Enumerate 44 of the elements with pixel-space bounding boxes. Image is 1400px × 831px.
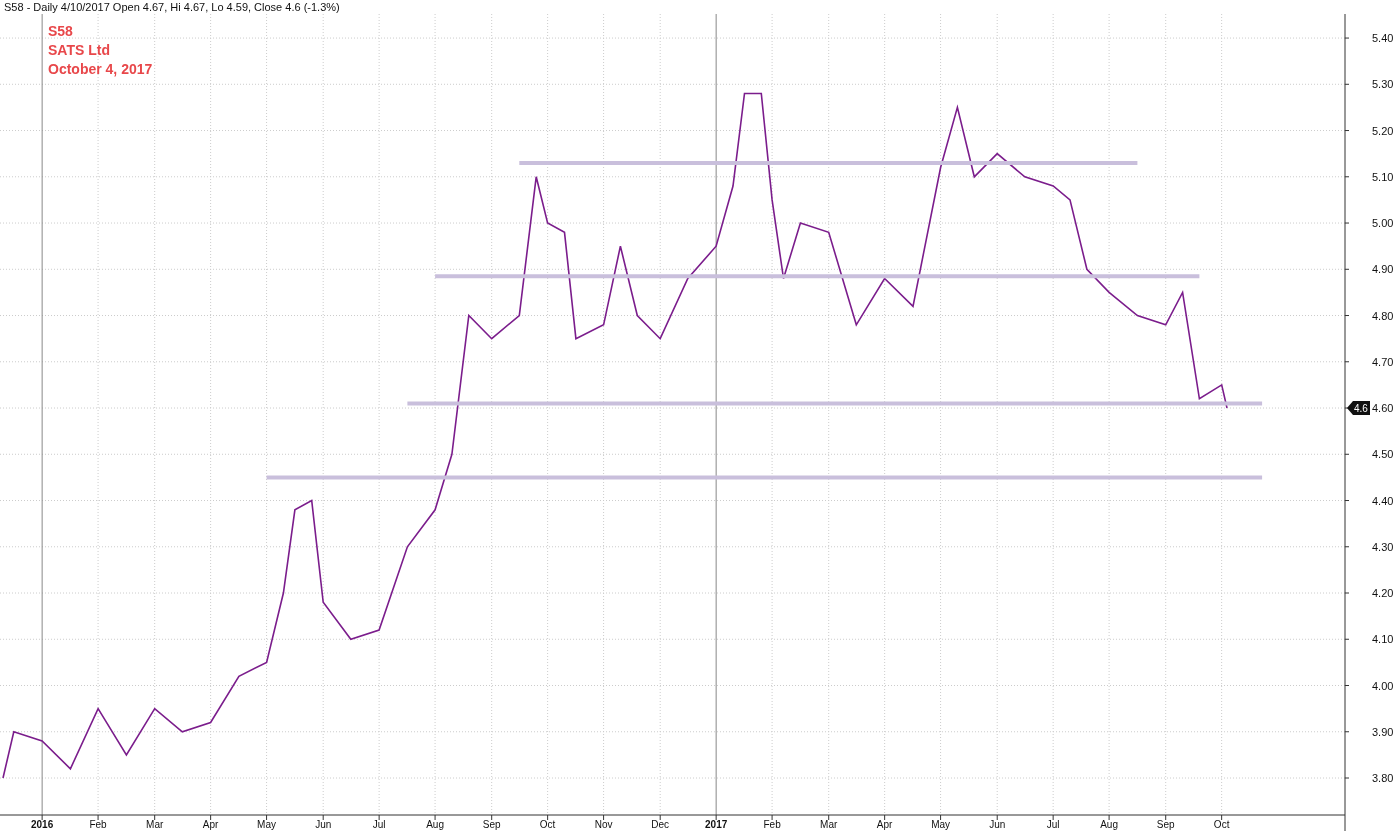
y-axis-label: 4.50 — [1372, 448, 1394, 461]
y-axis-label: 5.20 — [1372, 124, 1394, 137]
y-axis-label: 4.80 — [1372, 309, 1394, 322]
x-axis-label: Sep — [1156, 819, 1175, 830]
x-axis-label: Jul — [1046, 819, 1060, 830]
x-axis-label: Jun — [989, 819, 1006, 830]
x-axis-label: Oct — [539, 819, 556, 830]
y-axis-label: 4.40 — [1372, 494, 1394, 507]
x-axis-label: May — [257, 819, 277, 830]
y-axis-label: 4.30 — [1372, 540, 1394, 553]
y-axis-label: 5.10 — [1372, 170, 1394, 183]
y-axis-label: 4.10 — [1372, 633, 1394, 646]
x-axis-label: Mar — [820, 819, 838, 830]
x-axis-label: Mar — [146, 819, 164, 830]
x-axis-label: Apr — [202, 819, 219, 830]
x-axis-label: Aug — [1100, 819, 1118, 830]
x-axis-label: Sep — [482, 819, 501, 830]
x-axis-label: Feb — [763, 819, 781, 830]
chart-legend-text: October 4, 2017 — [48, 61, 153, 77]
chart-header: S58 - Daily 4/10/2017 Open 4.67, Hi 4.67, Lo 4.59, Close 4.6 (-1.3%) — [3, 0, 341, 14]
x-axis-label: Jul — [372, 819, 386, 830]
y-axis-label: 4.20 — [1372, 587, 1394, 599]
y-axis-label: 5.30 — [1372, 78, 1394, 91]
y-axis-label: 4.70 — [1372, 355, 1394, 368]
y-axis-label: 5.40 — [1372, 32, 1394, 45]
x-axis-label: Oct — [1213, 819, 1230, 830]
x-axis-label: Aug — [426, 819, 444, 830]
y-axis-label: 3.80 — [1372, 772, 1394, 784]
x-axis-label: Feb — [89, 819, 107, 830]
x-axis-label: Nov — [594, 819, 613, 830]
y-axis-label: 4.00 — [1372, 679, 1394, 692]
x-axis-label: 2016 — [31, 819, 54, 830]
chart-legend-text: SATS Ltd — [48, 42, 110, 58]
x-axis-label: Jun — [315, 819, 332, 830]
chart-legend-text: S58 — [48, 23, 73, 39]
last-price-marker: 4.6 — [1347, 401, 1370, 416]
x-axis-label: Apr — [876, 819, 893, 830]
x-axis-label: Dec — [651, 819, 670, 830]
y-axis-label: 4.90 — [1372, 263, 1394, 276]
y-axis-label: 4.60 — [1372, 402, 1394, 415]
y-axis-label: 3.90 — [1372, 725, 1394, 738]
y-axis-label: 5.00 — [1372, 217, 1394, 230]
x-axis-label: May — [931, 819, 951, 830]
x-axis-label: 2017 — [705, 819, 728, 830]
